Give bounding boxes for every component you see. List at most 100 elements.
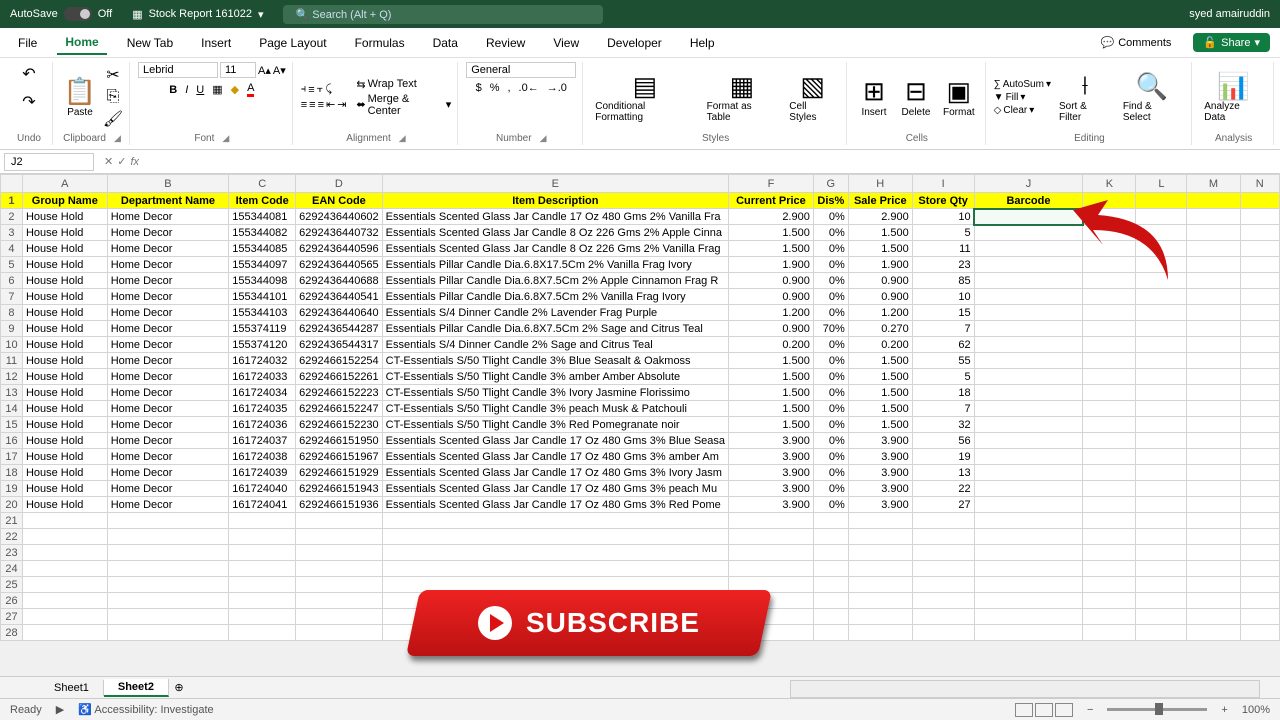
cell-H15[interactable]: 1.500 xyxy=(848,417,912,433)
cell-I16[interactable]: 56 xyxy=(912,433,974,449)
cell-J22[interactable] xyxy=(974,529,1083,545)
cell-A13[interactable]: House Hold xyxy=(22,385,107,401)
cancel-formula-icon[interactable]: ✕ xyxy=(104,155,113,168)
cell-L21[interactable] xyxy=(1136,513,1187,529)
cell-A1[interactable]: Group Name xyxy=(22,193,107,209)
add-sheet-button[interactable]: ⊕ xyxy=(169,681,189,694)
bold-button[interactable]: B xyxy=(169,84,177,96)
cell-A28[interactable] xyxy=(22,625,107,641)
row-header-23[interactable]: 23 xyxy=(1,545,23,561)
menu-data[interactable]: Data xyxy=(425,32,466,54)
cell-C3[interactable]: 155344082 xyxy=(229,225,296,241)
cell-M27[interactable] xyxy=(1187,609,1240,625)
cell-F22[interactable] xyxy=(729,529,814,545)
cell-I22[interactable] xyxy=(912,529,974,545)
cell-D11[interactable]: 6292466152254 xyxy=(296,353,383,369)
cell-G22[interactable] xyxy=(813,529,848,545)
cell-A8[interactable]: House Hold xyxy=(22,305,107,321)
row-header-2[interactable]: 2 xyxy=(1,209,23,225)
cell-F23[interactable] xyxy=(729,545,814,561)
cell-G16[interactable]: 0% xyxy=(813,433,848,449)
menu-formulas[interactable]: Formulas xyxy=(347,32,413,54)
cell-F9[interactable]: 0.900 xyxy=(729,321,814,337)
cell-C20[interactable]: 161724041 xyxy=(229,497,296,513)
cell-K23[interactable] xyxy=(1083,545,1136,561)
cell-K13[interactable] xyxy=(1083,385,1136,401)
cell-D26[interactable] xyxy=(296,593,383,609)
cell-F8[interactable]: 1.200 xyxy=(729,305,814,321)
cell-C25[interactable] xyxy=(229,577,296,593)
zoom-level[interactable]: 100% xyxy=(1242,704,1270,716)
cell-I20[interactable]: 27 xyxy=(912,497,974,513)
cell-J10[interactable] xyxy=(974,337,1083,353)
cell-H2[interactable]: 2.900 xyxy=(848,209,912,225)
align-top-icon[interactable]: ⫞ xyxy=(301,83,307,96)
cell-H24[interactable] xyxy=(848,561,912,577)
cell-E5[interactable]: Essentials Pillar Candle Dia.6.8X17.5Cm … xyxy=(382,257,728,273)
cell-D19[interactable]: 6292466151943 xyxy=(296,481,383,497)
select-all-corner[interactable] xyxy=(1,175,23,193)
align-right-icon[interactable]: ≡ xyxy=(318,99,324,111)
cell-M17[interactable] xyxy=(1187,449,1240,465)
cell-B23[interactable] xyxy=(107,545,229,561)
cell-L14[interactable] xyxy=(1136,401,1187,417)
cell-E4[interactable]: Essentials Scented Glass Jar Candle 8 Oz… xyxy=(382,241,728,257)
menu-file[interactable]: File xyxy=(10,32,45,54)
cell-I28[interactable] xyxy=(912,625,974,641)
cell-C7[interactable]: 155344101 xyxy=(229,289,296,305)
cell-J6[interactable] xyxy=(974,273,1083,289)
cell-E11[interactable]: CT-Essentials S/50 Tlight Candle 3% Blue… xyxy=(382,353,728,369)
cell-A14[interactable]: House Hold xyxy=(22,401,107,417)
cell-K15[interactable] xyxy=(1083,417,1136,433)
cell-H12[interactable]: 1.500 xyxy=(848,369,912,385)
cell-J4[interactable] xyxy=(974,241,1083,257)
row-header-27[interactable]: 27 xyxy=(1,609,23,625)
cell-K7[interactable] xyxy=(1083,289,1136,305)
comments-button[interactable]: 💬 Comments xyxy=(1091,33,1182,52)
cell-L9[interactable] xyxy=(1136,321,1187,337)
cell-M7[interactable] xyxy=(1187,289,1240,305)
cell-D27[interactable] xyxy=(296,609,383,625)
cell-J12[interactable] xyxy=(974,369,1083,385)
cell-K18[interactable] xyxy=(1083,465,1136,481)
cell-D2[interactable]: 6292436440602 xyxy=(296,209,383,225)
cell-M3[interactable] xyxy=(1187,225,1240,241)
row-header-17[interactable]: 17 xyxy=(1,449,23,465)
col-header-N[interactable]: N xyxy=(1240,175,1279,193)
cell-B2[interactable]: Home Decor xyxy=(107,209,229,225)
cell-A21[interactable] xyxy=(22,513,107,529)
font-size-input[interactable] xyxy=(220,62,256,78)
cell-F13[interactable]: 1.500 xyxy=(729,385,814,401)
cell-F18[interactable]: 3.900 xyxy=(729,465,814,481)
cell-H14[interactable]: 1.500 xyxy=(848,401,912,417)
cell-J15[interactable] xyxy=(974,417,1083,433)
cell-A24[interactable] xyxy=(22,561,107,577)
align-mid-icon[interactable]: ≡ xyxy=(308,84,314,96)
cell-B26[interactable] xyxy=(107,593,229,609)
cell-J13[interactable] xyxy=(974,385,1083,401)
cell-C17[interactable]: 161724038 xyxy=(229,449,296,465)
dec-dec-icon[interactable]: →.0 xyxy=(547,82,567,94)
cell-I21[interactable] xyxy=(912,513,974,529)
cell-C21[interactable] xyxy=(229,513,296,529)
cell-A3[interactable]: House Hold xyxy=(22,225,107,241)
cell-M19[interactable] xyxy=(1187,481,1240,497)
row-header-5[interactable]: 5 xyxy=(1,257,23,273)
cell-A5[interactable]: House Hold xyxy=(22,257,107,273)
cell-A7[interactable]: House Hold xyxy=(22,289,107,305)
cell-K9[interactable] xyxy=(1083,321,1136,337)
clear-button[interactable]: ◇ Clear ▾ xyxy=(994,105,1051,116)
cell-B22[interactable] xyxy=(107,529,229,545)
cell-F24[interactable] xyxy=(729,561,814,577)
cell-M6[interactable] xyxy=(1187,273,1240,289)
align-launcher[interactable]: ◢ xyxy=(399,133,406,144)
cell-C22[interactable] xyxy=(229,529,296,545)
cell-B17[interactable]: Home Decor xyxy=(107,449,229,465)
cell-K21[interactable] xyxy=(1083,513,1136,529)
cell-E14[interactable]: CT-Essentials S/50 Tlight Candle 3% peac… xyxy=(382,401,728,417)
cell-H20[interactable]: 3.900 xyxy=(848,497,912,513)
underline-button[interactable]: U xyxy=(196,84,204,96)
cell-A9[interactable]: House Hold xyxy=(22,321,107,337)
cell-I5[interactable]: 23 xyxy=(912,257,974,273)
cell-N7[interactable] xyxy=(1240,289,1279,305)
